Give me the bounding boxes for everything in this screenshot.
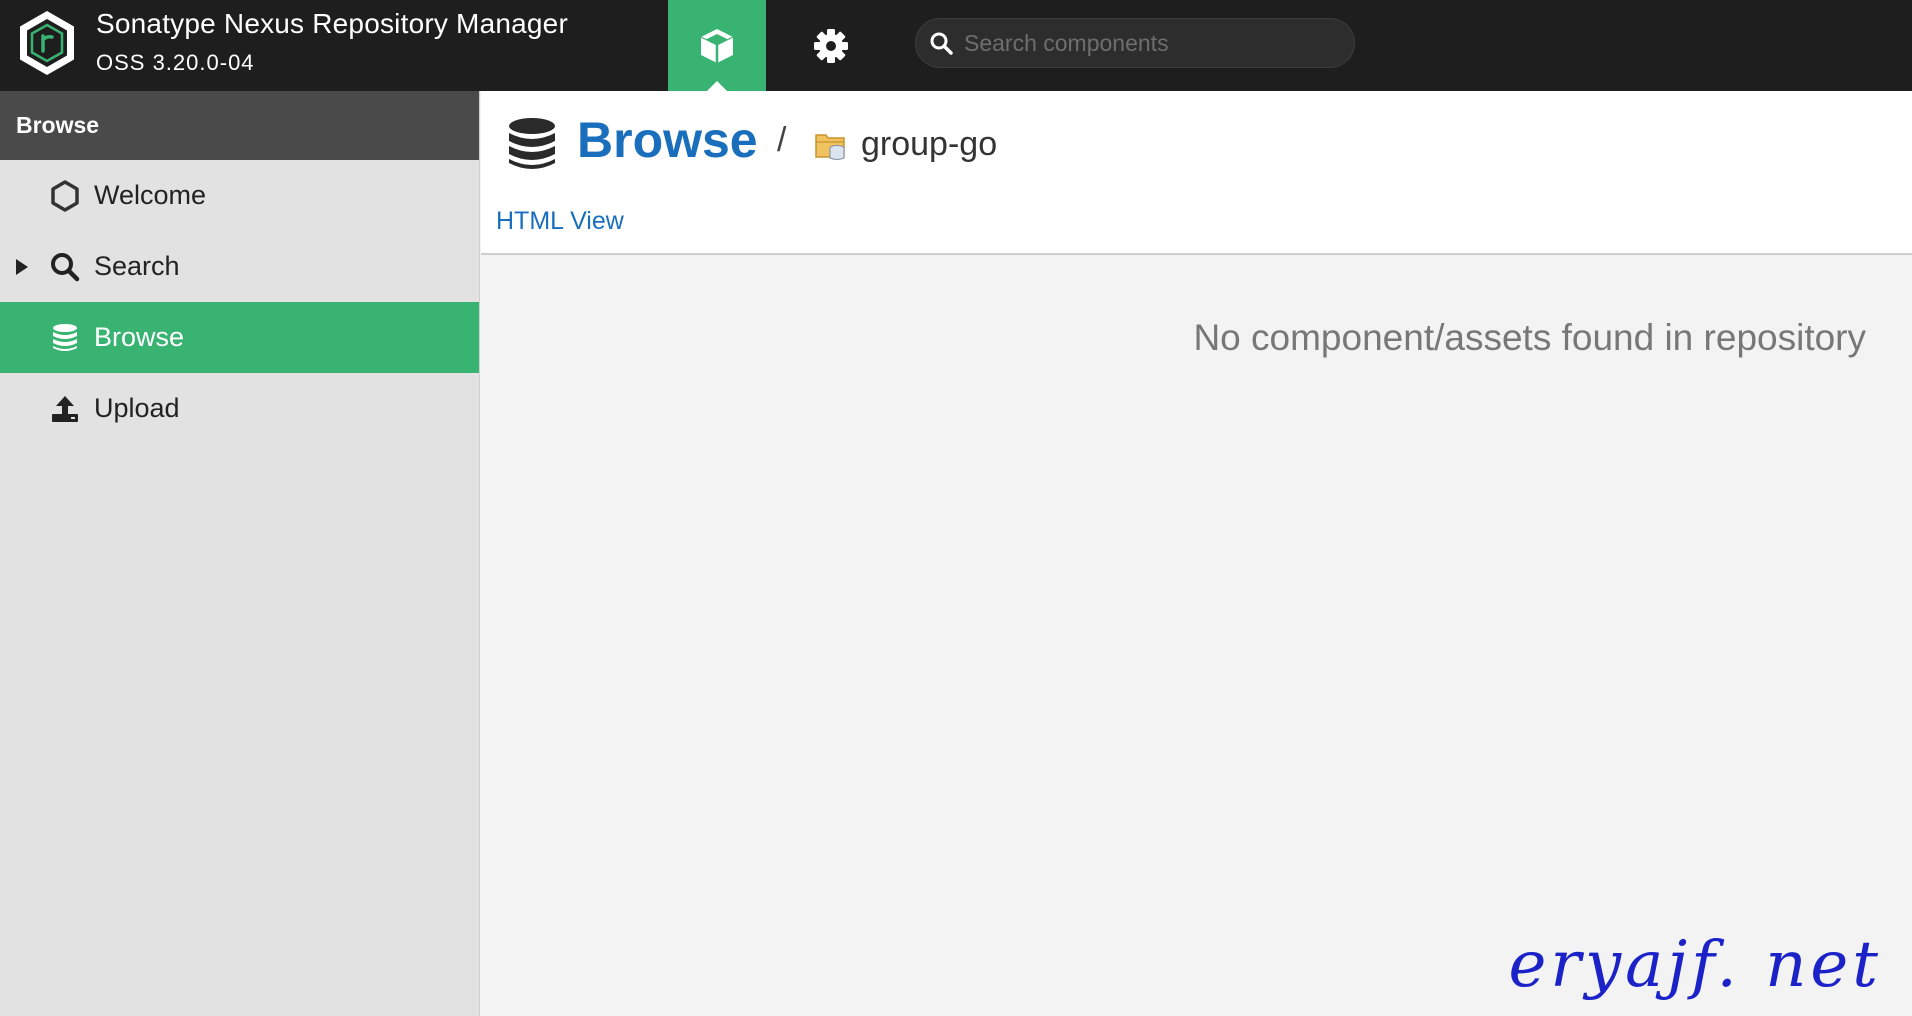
sidebar-item-label: Welcome: [94, 180, 207, 210]
gear-icon: [814, 28, 848, 63]
cube-icon: [700, 28, 734, 63]
database-icon: [48, 321, 82, 355]
breadcrumb-separator: /: [777, 121, 787, 159]
repository-group-icon: [815, 134, 845, 160]
sidebar-item-browse[interactable]: Browse: [0, 302, 479, 373]
search-icon: [928, 30, 954, 56]
sidebar-item-label: Upload: [94, 393, 180, 423]
sidebar-item-label: Search: [94, 251, 180, 281]
watermark: eryajf. net: [1508, 928, 1882, 1002]
browse-mode-button[interactable]: [668, 0, 766, 91]
hexagon-icon: [48, 179, 82, 213]
sidebar-header: Browse: [0, 91, 479, 160]
html-view-link[interactable]: HTML View: [496, 207, 624, 236]
main-content: Browse / group-go HTML View No component…: [481, 91, 1912, 1016]
app-title: Sonatype Nexus Repository Manager: [96, 8, 568, 39]
administration-mode-button[interactable]: [782, 0, 880, 91]
top-header: Sonatype Nexus Repository Manager OSS 3.…: [0, 0, 1912, 91]
sidebar-item-search[interactable]: Search: [0, 231, 479, 302]
page-title[interactable]: Browse: [577, 111, 758, 169]
app-version: OSS 3.20.0-04: [96, 50, 255, 75]
expand-triangle-icon[interactable]: [12, 257, 32, 277]
sidebar: Browse Welcome Search Browse Upload: [0, 91, 480, 1016]
upload-icon: [48, 392, 82, 426]
nexus-logo-icon[interactable]: [16, 9, 78, 77]
search-components-box[interactable]: [915, 18, 1355, 68]
database-icon: [509, 118, 555, 169]
search-components-input[interactable]: [954, 19, 1354, 67]
repository-name: group-go: [861, 125, 998, 163]
empty-state-message: No component/assets found in repository: [1193, 317, 1866, 358]
sidebar-item-welcome[interactable]: Welcome: [0, 160, 479, 231]
sidebar-item-upload[interactable]: Upload: [0, 373, 479, 444]
page-header: Browse / group-go HTML View: [481, 91, 1912, 255]
search-icon: [48, 250, 82, 284]
sidebar-item-label: Browse: [94, 322, 185, 352]
watermark-text: eryajf. net: [1508, 928, 1882, 1002]
